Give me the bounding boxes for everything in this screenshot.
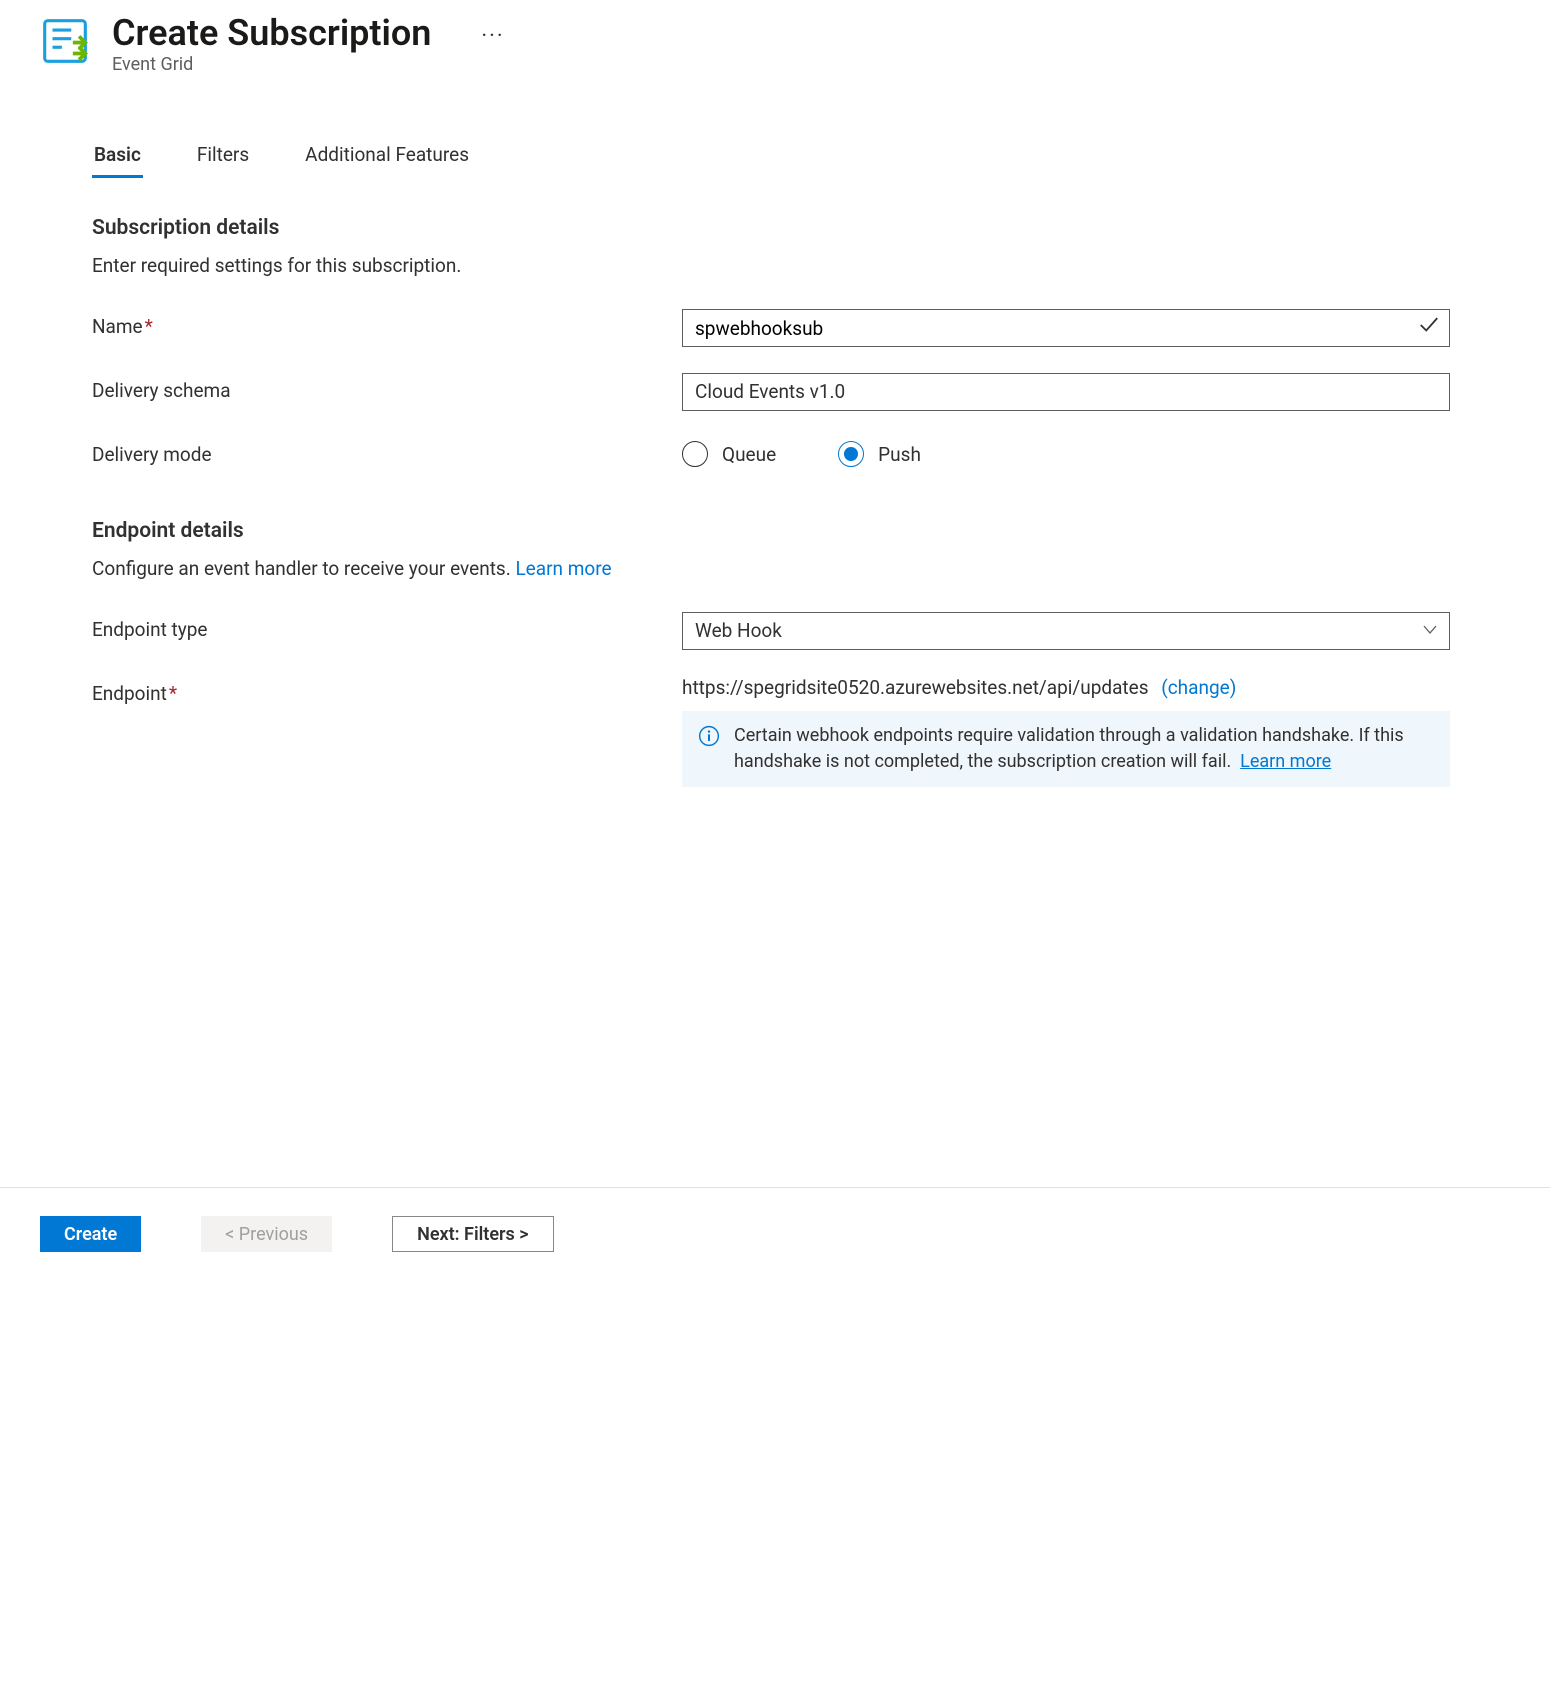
event-grid-subscription-icon <box>40 16 90 66</box>
more-button[interactable]: ··· <box>481 12 504 49</box>
next-button[interactable]: Next: Filters > <box>392 1216 553 1252</box>
dropdown-endpoint-type[interactable]: Web Hook <box>682 612 1450 650</box>
endpoint-url-text: https://spegridsite0520.azurewebsites.ne… <box>682 676 1149 699</box>
input-name[interactable] <box>682 309 1450 347</box>
chevron-down-icon <box>1423 613 1437 649</box>
radio-push-label: Push <box>878 443 921 466</box>
section-desc-subscription: Enter required settings for this subscri… <box>92 254 1450 277</box>
change-endpoint-link[interactable]: (change) <box>1161 676 1236 699</box>
info-icon <box>698 725 720 747</box>
label-delivery-schema: Delivery schema <box>92 373 682 402</box>
section-title-subscription: Subscription details <box>92 216 1450 240</box>
page-title: Create Subscription <box>112 12 431 54</box>
previous-button: < Previous <box>201 1216 332 1252</box>
label-delivery-mode: Delivery mode <box>92 437 682 466</box>
label-name: Name* <box>92 309 682 338</box>
learn-more-endpoint-link[interactable]: Learn more <box>515 557 611 580</box>
tab-basic[interactable]: Basic <box>92 137 143 176</box>
tab-additional-features[interactable]: Additional Features <box>303 137 471 176</box>
create-button[interactable]: Create <box>40 1216 141 1252</box>
tab-filters[interactable]: Filters <box>195 137 251 176</box>
check-icon <box>1418 314 1440 342</box>
info-box: Certain webhook endpoints require valida… <box>682 711 1450 787</box>
radio-queue-label: Queue <box>722 443 776 466</box>
field-delivery-schema: Cloud Events v1.0 <box>682 373 1450 411</box>
radio-queue[interactable]: Queue <box>682 441 776 467</box>
section-title-endpoint: Endpoint details <box>92 519 1450 543</box>
radio-push[interactable]: Push <box>838 441 921 467</box>
label-endpoint-type: Endpoint type <box>92 612 682 641</box>
info-learn-more-link[interactable]: Learn more <box>1240 751 1331 772</box>
label-endpoint: Endpoint* <box>92 676 682 705</box>
page-subtitle: Event Grid <box>112 54 431 75</box>
section-desc-endpoint: Configure an event handler to receive yo… <box>92 557 1450 580</box>
